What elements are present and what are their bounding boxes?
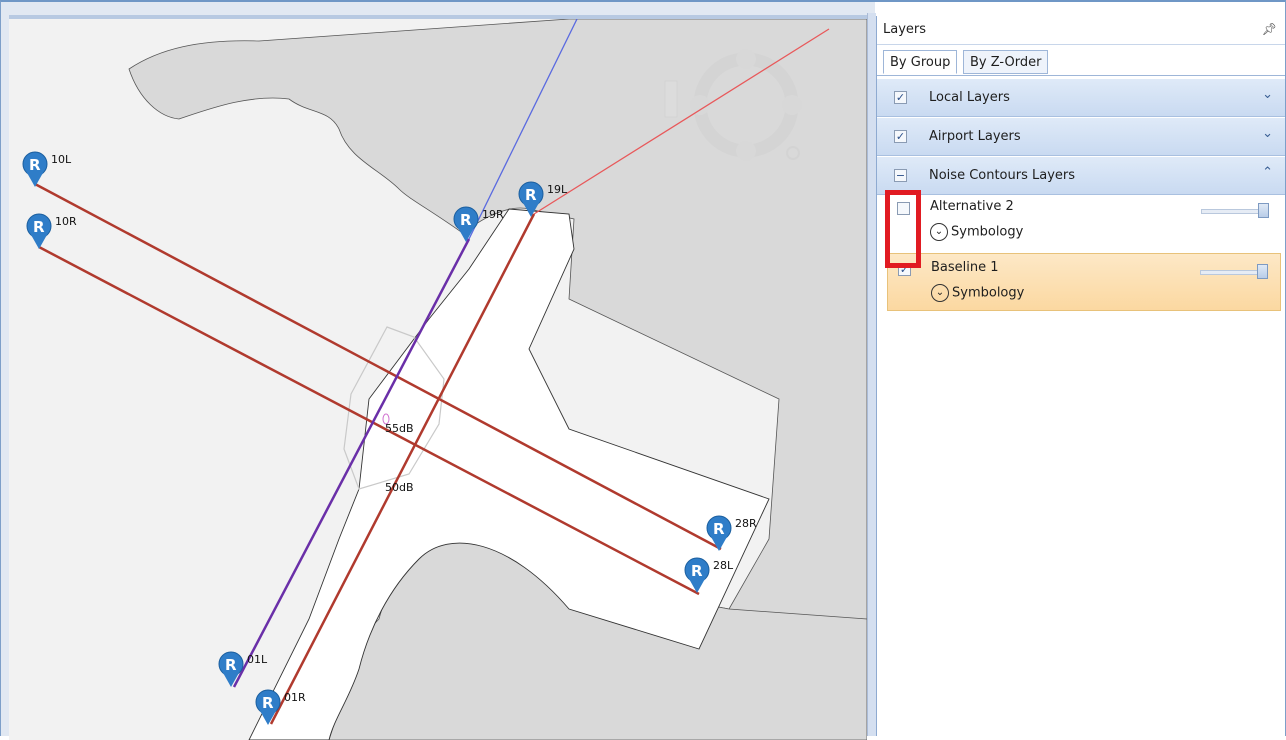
runway-marker-10R: R 10R xyxy=(26,213,77,249)
group-airport-layers[interactable]: ✓ Airport Layers ⌄ xyxy=(877,117,1285,156)
symbology-label: Symbology xyxy=(951,224,1024,240)
layer-name: Alternative 2 xyxy=(930,199,1014,214)
slider-thumb[interactable] xyxy=(1258,203,1269,218)
symbology-toggle[interactable]: ⌄ Symbology xyxy=(931,284,1024,302)
svg-text:19L: 19L xyxy=(547,183,568,196)
svg-text:19R: 19R xyxy=(482,208,504,221)
group-label: Local Layers xyxy=(929,90,1010,105)
opacity-slider[interactable] xyxy=(1200,264,1268,279)
slider-track xyxy=(1201,209,1263,214)
group-label: Noise Contours Layers xyxy=(929,168,1076,183)
pin-icon[interactable]: 📌︎ xyxy=(1262,22,1277,36)
svg-text:R: R xyxy=(713,520,725,538)
svg-text:10R: 10R xyxy=(55,215,77,228)
tab-strip: By Group By Z-Order xyxy=(877,45,1285,76)
chevron-down-icon[interactable]: ⌄ xyxy=(1262,87,1273,102)
svg-text:R: R xyxy=(33,218,45,236)
svg-text:28R: 28R xyxy=(735,517,757,530)
symbology-label: Symbology xyxy=(952,285,1025,301)
checkbox-highlight-box xyxy=(885,190,921,268)
chevron-up-icon[interactable]: ⌃ xyxy=(1262,165,1273,180)
svg-text:R: R xyxy=(29,156,41,174)
panel-splitter[interactable] xyxy=(867,13,876,736)
tab-by-z-order[interactable]: By Z-Order xyxy=(963,50,1049,74)
contour-label-50db: 50dB xyxy=(385,481,414,494)
svg-text:R: R xyxy=(525,186,537,204)
noise-contours-checkbox[interactable]: − xyxy=(894,169,907,182)
svg-text:R: R xyxy=(691,562,703,580)
tab-by-group[interactable]: By Group xyxy=(883,50,958,74)
svg-text:28L: 28L xyxy=(713,559,734,572)
layer-row-baseline-1[interactable]: ✓ Baseline 1 ⌄ Symbology xyxy=(887,253,1281,311)
chevron-down-icon[interactable]: ⌄ xyxy=(1262,126,1273,141)
slider-thumb[interactable] xyxy=(1257,264,1268,279)
map-container: 55dB 50dB R 10L R 10R R 19R R 19L R 28R R 28L … xyxy=(1,2,875,740)
runway-marker-10L: R 10L xyxy=(22,151,72,187)
svg-text:R: R xyxy=(460,211,472,229)
group-noise-contours-layers[interactable]: − Noise Contours Layers ⌃ xyxy=(877,156,1285,195)
panel-title: Layers xyxy=(883,22,927,37)
layer-name: Baseline 1 xyxy=(931,260,999,275)
layer-row-alternative-2[interactable]: Alternative 2 ⌄ Symbology xyxy=(887,193,1281,251)
symbology-toggle[interactable]: ⌄ Symbology xyxy=(930,223,1023,241)
map-canvas[interactable]: 55dB 50dB R 10L R 10R R 19R R 19L R 28R R 28L … xyxy=(9,19,867,740)
expand-circle-icon: ⌄ xyxy=(930,223,948,241)
contour-label-55db: 55dB xyxy=(385,422,414,435)
svg-text:R: R xyxy=(262,694,274,712)
svg-text:01L: 01L xyxy=(247,653,268,666)
svg-text:R: R xyxy=(225,656,237,674)
slider-track xyxy=(1200,270,1262,275)
svg-text:10L: 10L xyxy=(51,153,72,166)
airport-layers-checkbox[interactable]: ✓ xyxy=(894,130,907,143)
local-layers-checkbox[interactable]: ✓ xyxy=(894,91,907,104)
expand-circle-icon: ⌄ xyxy=(931,284,949,302)
layers-panel: Layers 📌︎ By Group By Z-Order ✓ Local La… xyxy=(876,16,1285,736)
opacity-slider[interactable] xyxy=(1201,203,1269,218)
group-label: Airport Layers xyxy=(929,129,1021,144)
map-view[interactable]: 55dB 50dB R 10L R 10R R 19R R 19L R 28R R 28L … xyxy=(9,15,867,740)
svg-text:01R: 01R xyxy=(284,691,306,704)
group-local-layers[interactable]: ✓ Local Layers ⌄ xyxy=(877,78,1285,117)
panel-header: Layers 📌︎ xyxy=(877,16,1285,45)
